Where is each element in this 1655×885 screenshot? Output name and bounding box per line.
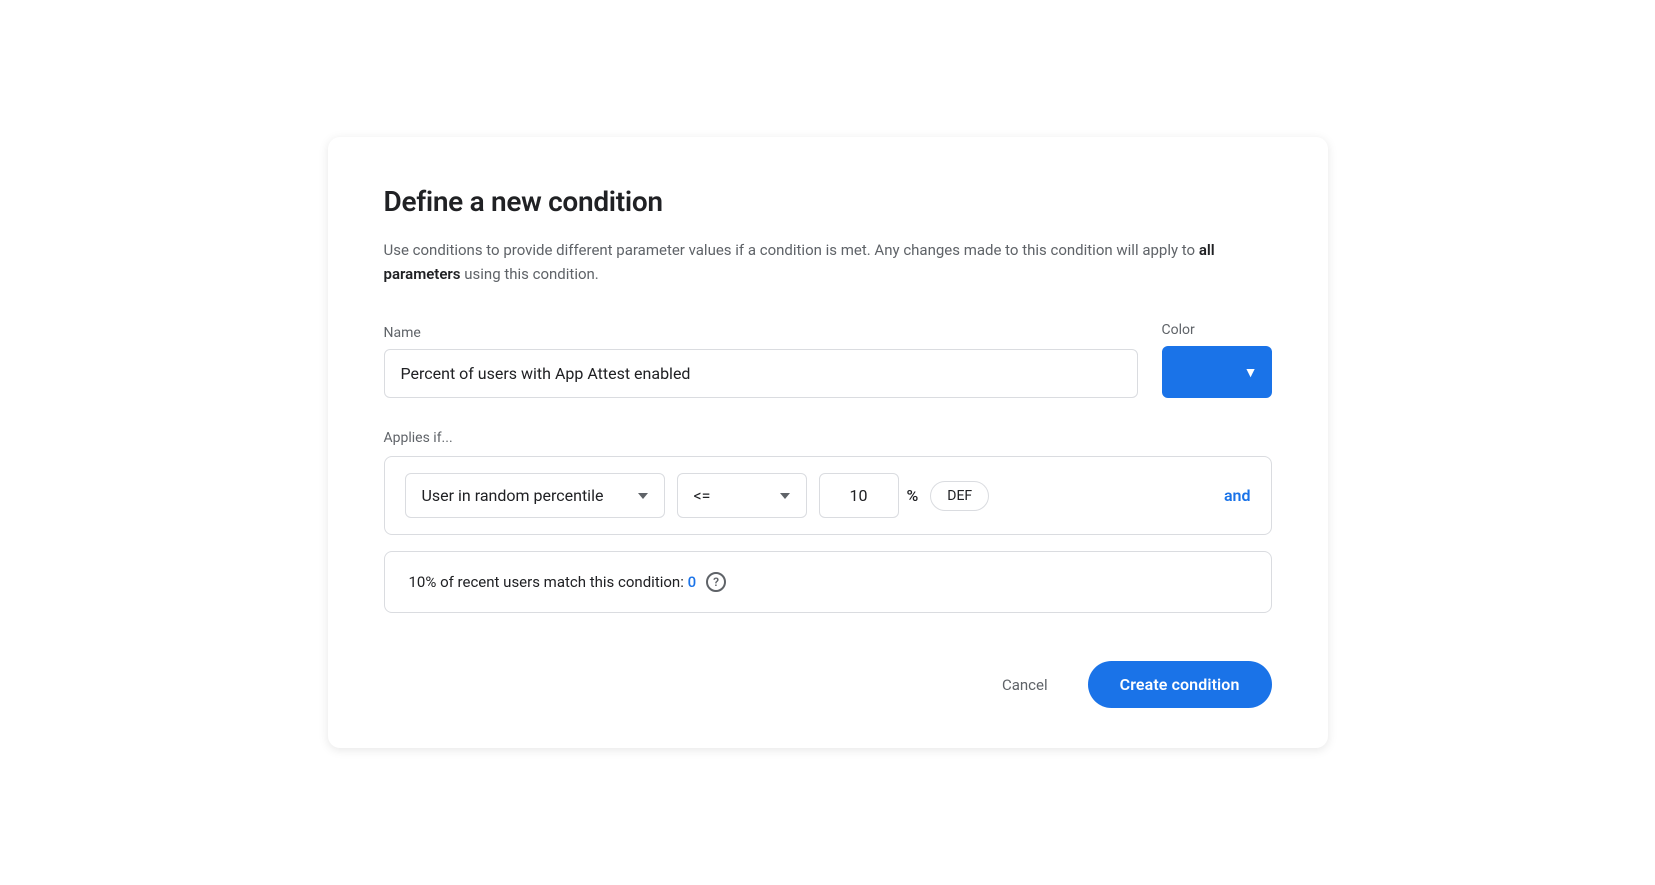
percent-input-group: % bbox=[819, 473, 919, 518]
name-form-group: Name bbox=[384, 325, 1138, 398]
color-label: Color bbox=[1162, 322, 1272, 338]
condition-type-select[interactable]: User in random percentile bbox=[405, 473, 665, 518]
def-badge-label: DEF bbox=[947, 488, 972, 504]
match-info-box: 10% of recent users match this condition… bbox=[384, 551, 1272, 613]
condition-row: User in random percentile <= % DEF and bbox=[384, 456, 1272, 535]
create-condition-button[interactable]: Create condition bbox=[1088, 661, 1272, 708]
cancel-button[interactable]: Cancel bbox=[986, 666, 1064, 704]
chevron-down-icon bbox=[780, 493, 790, 499]
match-count: 0 bbox=[688, 573, 697, 591]
description-text-part1: Use conditions to provide different para… bbox=[384, 241, 1199, 259]
percent-input[interactable] bbox=[819, 473, 899, 518]
help-icon-label: ? bbox=[713, 575, 719, 589]
dialog-title: Define a new condition bbox=[384, 185, 1272, 218]
name-color-row: Name Color ▼ bbox=[384, 322, 1272, 398]
dialog-description: Use conditions to provide different para… bbox=[384, 238, 1272, 286]
define-condition-dialog: Define a new condition Use conditions to… bbox=[328, 137, 1328, 748]
operator-select[interactable]: <= bbox=[677, 473, 807, 518]
condition-type-value: User in random percentile bbox=[422, 486, 604, 505]
percent-symbol: % bbox=[907, 486, 919, 505]
and-link[interactable]: and bbox=[1224, 486, 1251, 505]
chevron-down-icon: ▼ bbox=[1244, 364, 1258, 380]
name-input[interactable] bbox=[384, 349, 1138, 398]
help-icon[interactable]: ? bbox=[706, 572, 726, 592]
description-text-part2: using this condition. bbox=[461, 265, 599, 283]
color-form-group: Color ▼ bbox=[1162, 322, 1272, 398]
operator-value: <= bbox=[694, 486, 711, 505]
applies-if-label: Applies if... bbox=[384, 430, 1272, 446]
chevron-down-icon bbox=[638, 493, 648, 499]
name-label: Name bbox=[384, 325, 1138, 341]
match-info-text: 10% of recent users match this condition… bbox=[409, 573, 697, 591]
dialog-actions: Cancel Create condition bbox=[384, 661, 1272, 708]
match-info-text-static: 10% of recent users match this condition… bbox=[409, 573, 688, 591]
color-picker-button[interactable]: ▼ bbox=[1162, 346, 1272, 398]
def-badge[interactable]: DEF bbox=[930, 481, 989, 511]
